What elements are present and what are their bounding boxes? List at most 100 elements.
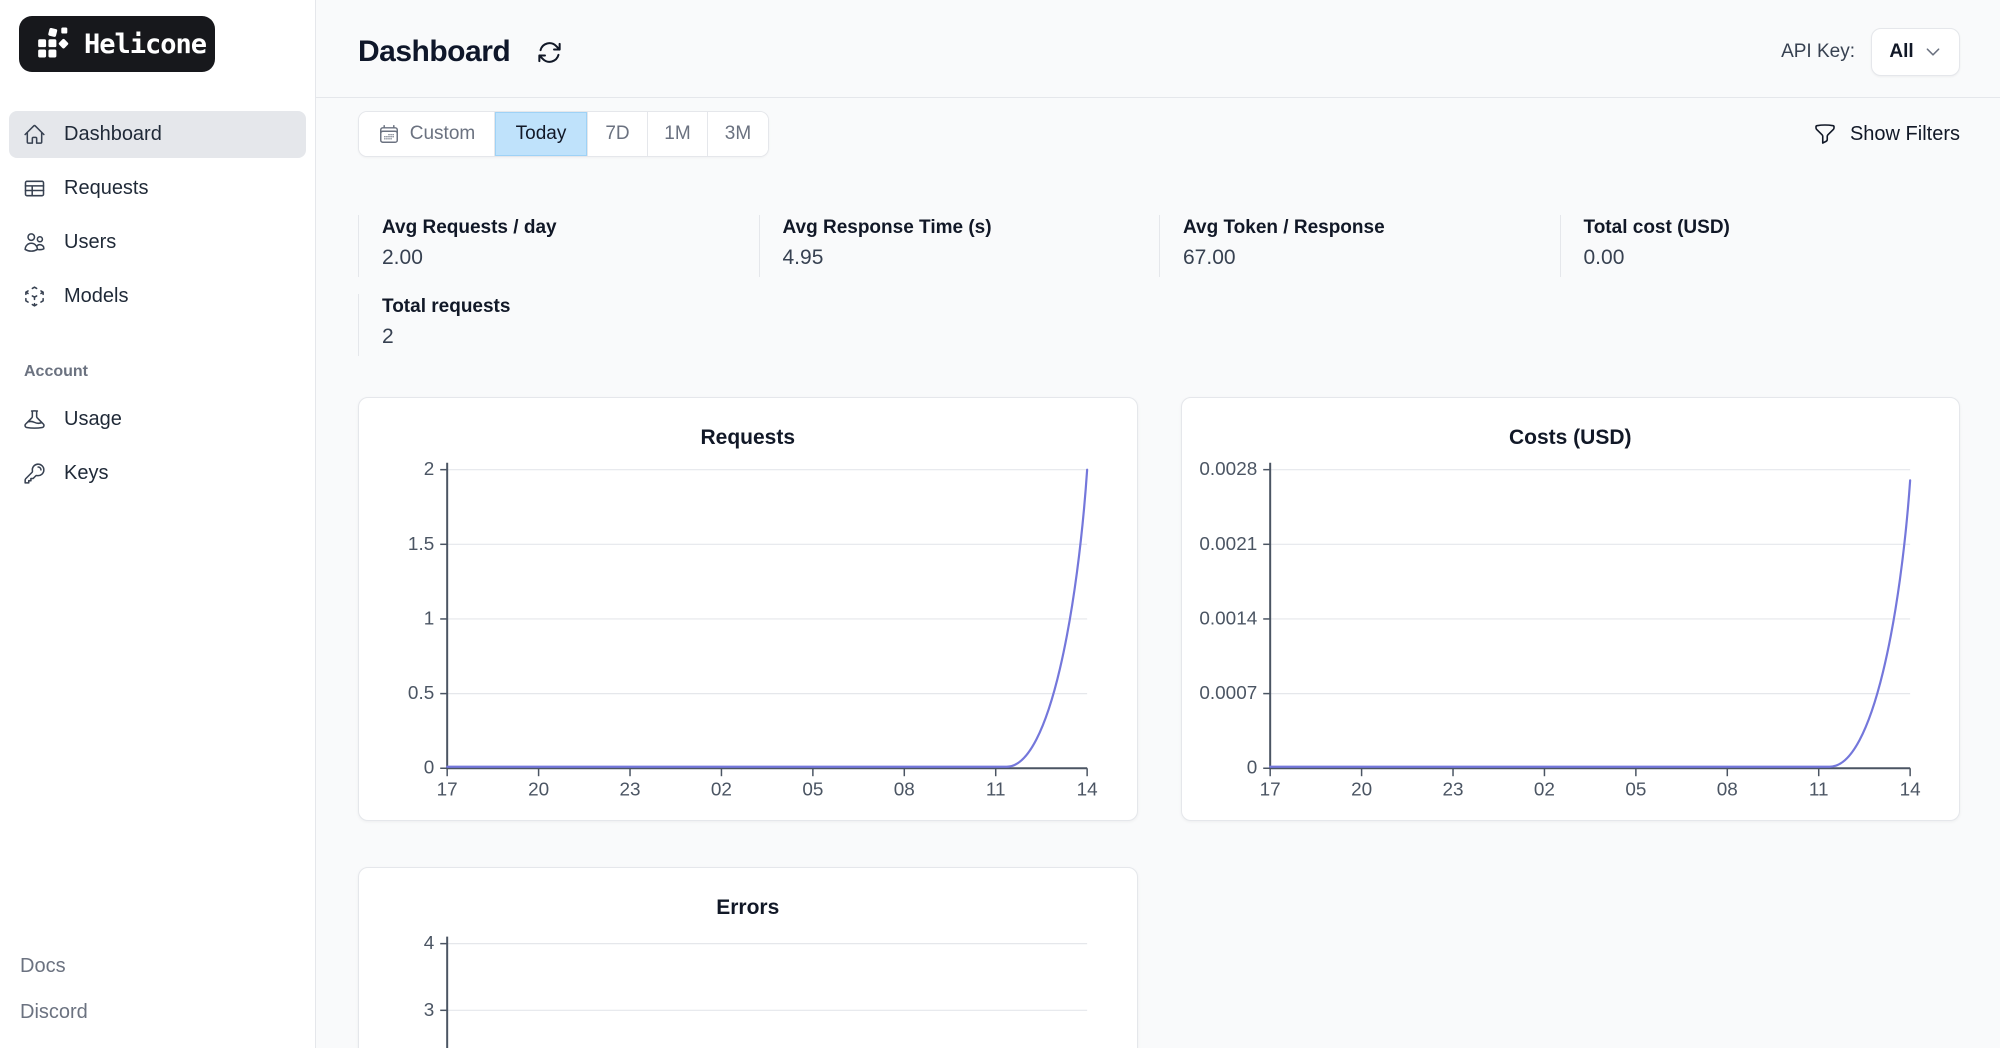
refresh-icon <box>536 39 563 66</box>
svg-text:0.0021: 0.0021 <box>1199 534 1257 555</box>
metric-total-cost: Total cost (USD) 0.00 <box>1560 215 1961 277</box>
metric-label: Avg Response Time (s) <box>783 215 1160 241</box>
page-title: Dashboard <box>358 35 510 69</box>
svg-text:0.0014: 0.0014 <box>1199 608 1257 629</box>
metric-label: Avg Requests / day <box>382 215 759 241</box>
requests-chart-card: 2 1.5 1 0.5 017 20 23 02 05 08 11 14 Requests <box>358 397 1138 821</box>
metric-label: Avg Token / Response <box>1183 215 1560 241</box>
svg-text:1: 1 <box>424 608 435 629</box>
svg-text:23: 23 <box>620 780 641 801</box>
show-filters-label: Show Filters <box>1850 123 1960 146</box>
brand-name: Helicone <box>84 29 206 60</box>
time-range-selector: Custom Today 7D 1M 3M <box>358 111 769 157</box>
metric-label: Total requests <box>382 294 759 320</box>
sidebar-item-label: Users <box>64 231 116 254</box>
show-filters-button[interactable]: Show Filters <box>1813 122 1960 146</box>
sidebar-item-dashboard[interactable]: Dashboard <box>9 111 306 158</box>
sidebar-item-keys[interactable]: Keys <box>9 450 306 497</box>
svg-text:05: 05 <box>802 780 823 801</box>
svg-text:08: 08 <box>894 780 915 801</box>
chart-title: Requests <box>359 426 1137 450</box>
svg-text:08: 08 <box>1716 780 1737 801</box>
main-content: Dashboard API Key: All Cu <box>316 0 2000 1048</box>
cube-icon <box>23 285 46 308</box>
svg-text:02: 02 <box>711 780 732 801</box>
metric-value: 2 <box>382 322 759 352</box>
svg-text:17: 17 <box>1259 780 1280 801</box>
beaker-icon <box>23 408 46 431</box>
svg-text:0.0028: 0.0028 <box>1199 459 1257 480</box>
errors-chart-card: 43 Errors <box>358 867 1138 1048</box>
helicone-grid-icon <box>35 25 73 63</box>
table-icon <box>23 177 46 200</box>
metric-value: 0.00 <box>1584 243 1961 273</box>
docs-link[interactable]: Docs <box>20 955 315 978</box>
metric-total-requests: Total requests 2 <box>358 294 759 356</box>
custom-range-label: Custom <box>410 123 475 145</box>
svg-text:14: 14 <box>1899 780 1920 801</box>
svg-text:0: 0 <box>1246 758 1257 779</box>
sidebar: Helicone Dashboard Requests Users <box>0 0 316 1048</box>
metrics-row-1: Avg Requests / day 2.00 Avg Response Tim… <box>358 215 1960 277</box>
svg-text:1.5: 1.5 <box>408 534 434 555</box>
errors-chart: 43 <box>359 868 1137 1048</box>
svg-text:05: 05 <box>1625 780 1646 801</box>
svg-text:17: 17 <box>437 780 458 801</box>
svg-text:0.0007: 0.0007 <box>1199 683 1257 704</box>
costs-chart-card: 0.0028 0.0021 0.0014 0.0007 017 20 23 02 05 08 11 1… <box>1181 397 1961 821</box>
metric-value: 4.95 <box>783 243 1160 273</box>
chart-title: Errors <box>359 896 1137 920</box>
svg-text:2: 2 <box>424 459 435 480</box>
sidebar-nav: Dashboard Requests Users Models Account <box>0 111 315 497</box>
svg-text:11: 11 <box>1808 780 1828 801</box>
svg-text:0: 0 <box>424 758 435 779</box>
svg-text:23: 23 <box>1442 780 1463 801</box>
sidebar-item-label: Models <box>64 285 128 308</box>
home-icon <box>23 123 46 146</box>
sidebar-item-models[interactable]: Models <box>9 273 306 320</box>
sidebar-item-requests[interactable]: Requests <box>9 165 306 212</box>
discord-link[interactable]: Discord <box>20 1001 315 1024</box>
sidebar-item-label: Keys <box>64 462 108 485</box>
sidebar-item-label: Dashboard <box>64 123 162 146</box>
charts-grid: 21.510.501720230205081114 Requests 0.002… <box>358 397 1960 1048</box>
custom-range-button[interactable]: Custom <box>359 112 495 156</box>
range-3m-button[interactable]: 3M <box>708 112 768 156</box>
users-icon <box>23 231 46 254</box>
svg-text:0.5: 0.5 <box>408 683 434 704</box>
metrics-row-2: Total requests 2 <box>358 294 1960 356</box>
sidebar-item-label: Usage <box>64 408 122 431</box>
svg-text:02: 02 <box>1533 780 1554 801</box>
calendar-icon <box>378 123 400 145</box>
range-7d-button[interactable]: 7D <box>588 112 648 156</box>
svg-text:11: 11 <box>986 780 1006 801</box>
helicone-logo[interactable]: Helicone <box>19 16 215 72</box>
chevron-down-icon <box>1924 43 1942 61</box>
requests-chart: 2 1.5 1 0.5 017 20 23 02 05 08 11 14 <box>359 398 1137 820</box>
metric-avg-response-time: Avg Response Time (s) 4.95 <box>759 215 1160 277</box>
metric-value: 2.00 <box>382 243 759 273</box>
svg-text:20: 20 <box>528 780 549 801</box>
account-section-label: Account <box>24 363 306 381</box>
metric-avg-requests-day: Avg Requests / day 2.00 <box>358 215 759 277</box>
sidebar-item-label: Requests <box>64 177 149 200</box>
refresh-button[interactable] <box>536 39 563 66</box>
range-today-button[interactable]: Today <box>495 112 588 156</box>
header-divider <box>316 97 2000 98</box>
svg-text:14: 14 <box>1077 780 1098 801</box>
svg-text:4: 4 <box>424 933 435 954</box>
costs-chart: 0.0028 0.0021 0.0014 0.0007 017 20 23 02 05 08 11 1… <box>1182 398 1960 820</box>
metric-label: Total cost (USD) <box>1584 215 1961 241</box>
metric-value: 67.00 <box>1183 243 1560 273</box>
api-key-select[interactable]: All <box>1871 28 1960 76</box>
chart-title: Costs (USD) <box>1182 426 1960 450</box>
svg-text:3: 3 <box>424 1000 435 1021</box>
sidebar-item-users[interactable]: Users <box>9 219 306 266</box>
sidebar-item-usage[interactable]: Usage <box>9 396 306 443</box>
api-key-value: All <box>1889 41 1913 63</box>
range-1m-button[interactable]: 1M <box>648 112 708 156</box>
metric-avg-token-response: Avg Token / Response 67.00 <box>1159 215 1560 277</box>
svg-text:20: 20 <box>1351 780 1372 801</box>
funnel-icon <box>1813 122 1837 146</box>
api-key-label: API Key: <box>1781 41 1855 63</box>
